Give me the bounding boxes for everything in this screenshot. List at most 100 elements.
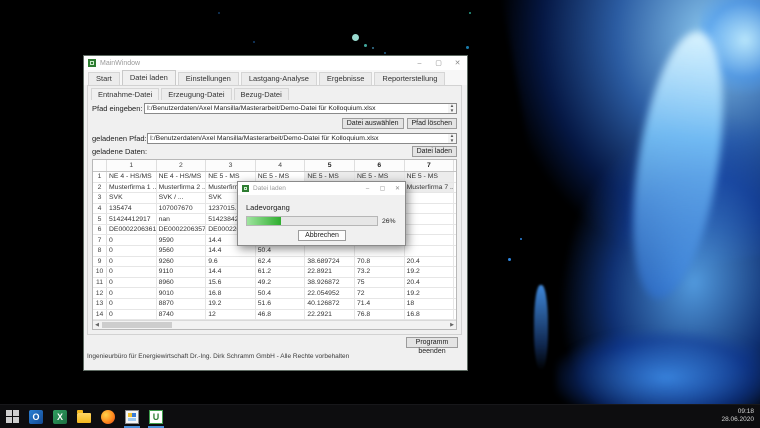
table-row-header[interactable]: 2 [93, 183, 107, 193]
horizontal-scroll-thumb[interactable] [102, 322, 172, 328]
table-cell[interactable]: 0 [107, 246, 157, 256]
table-corner-cell[interactable] [93, 160, 107, 171]
table-cell[interactable]: 61.2 [256, 267, 306, 277]
table-cell[interactable]: 70.8 [355, 257, 405, 267]
spinner-arrows-icon[interactable]: ▲▼ [448, 104, 456, 113]
path-enter-input[interactable] [144, 103, 457, 114]
table-row-header[interactable]: 14 [93, 310, 107, 320]
tab-datei-laden[interactable]: Datei laden [122, 70, 176, 85]
table-cell[interactable]: 50.4 [256, 246, 306, 256]
table-cell[interactable] [355, 246, 405, 256]
table-cell[interactable] [454, 235, 456, 245]
table-cell[interactable]: 135474 [107, 204, 157, 214]
table-cell[interactable]: Musterfirma 8 ... [454, 183, 456, 193]
table-cell[interactable]: 0 [107, 267, 157, 277]
table-cell[interactable]: 76.8 [355, 310, 405, 320]
table-row-header[interactable]: 6 [93, 225, 107, 235]
tab-start[interactable]: Start [88, 72, 120, 85]
window-titlebar[interactable]: MainWindow – ▢ ✕ [84, 56, 467, 70]
table-cell[interactable]: 22.8921 [305, 267, 355, 277]
table-cell[interactable]: NE 4 - HS/MS [157, 172, 207, 182]
table-row-header[interactable]: 3 [93, 193, 107, 203]
table-cell[interactable]: DE00022063571... [157, 225, 207, 235]
loaded-path-input[interactable] [147, 133, 457, 144]
taskbar-item-green-app[interactable]: U [144, 406, 168, 428]
table-cell[interactable]: nan [157, 214, 207, 224]
minimize-icon[interactable]: – [410, 56, 429, 70]
table-cell[interactable]: DE00022063619... [107, 225, 157, 235]
table-cell[interactable]: 3708 [454, 214, 456, 224]
table-cell[interactable]: 14.4 [206, 246, 256, 256]
table-cell[interactable]: 0 [107, 278, 157, 288]
table-cell[interactable] [305, 246, 355, 256]
table-cell[interactable]: 9.6 [206, 257, 256, 267]
taskbar-item-excel[interactable]: X [48, 406, 72, 428]
subtab-erzeugung-datei[interactable]: Erzeugung-Datei [161, 88, 231, 100]
table-row-header[interactable]: 5 [93, 214, 107, 224]
table-cell[interactable]: 48 [454, 267, 456, 277]
table-row-header[interactable]: 12 [93, 288, 107, 298]
table-cell[interactable]: 12 [206, 310, 256, 320]
scroll-left-icon[interactable]: ◀ [93, 321, 101, 329]
table-cell[interactable] [454, 204, 456, 214]
table-cell[interactable]: 14.4 [206, 267, 256, 277]
table-column-header[interactable]: 3 [206, 160, 256, 171]
table-column-header[interactable]: 4 [256, 160, 306, 171]
dialog-minimize-icon[interactable]: – [360, 182, 375, 195]
table-cell[interactable]: 48 [454, 278, 456, 288]
subtab-bezug-datei[interactable]: Bezug-Datei [234, 88, 289, 100]
table-row-header[interactable]: 9 [93, 257, 107, 267]
table-cell[interactable]: 51424412917 [107, 214, 157, 224]
table-cell[interactable] [405, 204, 455, 214]
cancel-button[interactable]: Abbrechen [298, 230, 346, 241]
table-cell[interactable] [454, 246, 456, 256]
table-cell[interactable]: 51.6 [256, 299, 306, 309]
dialog-close-icon[interactable]: ✕ [390, 182, 405, 195]
table-cell[interactable]: NE 5 - MS [405, 172, 455, 182]
taskbar-clock[interactable]: 09:18 28.06.2020 [721, 408, 754, 424]
taskbar-item-outlook[interactable]: O [24, 406, 48, 428]
table-row-header[interactable]: 10 [93, 267, 107, 277]
table-row-header[interactable]: 13 [93, 299, 107, 309]
table-cell[interactable]: Musterfirma 2 ... [157, 183, 207, 193]
table-cell[interactable]: Musterfirma 7 ... [405, 183, 455, 193]
subtab-entnahme-datei[interactable]: Entnahme-Datei [91, 88, 159, 100]
table-cell[interactable]: 75 [355, 278, 405, 288]
table-cell[interactable]: 063584... [454, 225, 456, 235]
table-cell[interactable] [405, 193, 455, 203]
table-cell[interactable]: 0 [107, 299, 157, 309]
table-cell[interactable]: 22.054952 [305, 288, 355, 298]
table-cell[interactable]: 72 [355, 288, 405, 298]
taskbar-item-firefox[interactable] [96, 406, 120, 428]
table-column-header[interactable]: 7 [405, 160, 455, 171]
taskbar-item-file-explorer[interactable] [72, 406, 96, 428]
table-cell[interactable]: 38.926872 [305, 278, 355, 288]
table-cell[interactable]: 9560 [157, 246, 207, 256]
table-cell[interactable]: 20.4 [405, 278, 455, 288]
table-cell[interactable]: 9110 [157, 267, 207, 277]
table-column-header[interactable]: 2 [157, 160, 207, 171]
table-cell[interactable]: 40.126872 [305, 299, 355, 309]
table-column-header[interactable]: 8 [454, 160, 456, 171]
table-row-header[interactable]: 4 [93, 204, 107, 214]
tab-einstellungen[interactable]: Einstellungen [178, 72, 239, 85]
scroll-right-icon[interactable]: ▶ [448, 321, 456, 329]
start-button[interactable] [0, 406, 24, 428]
table-cell[interactable] [405, 246, 455, 256]
maximize-icon[interactable]: ▢ [429, 56, 448, 70]
table-row-header[interactable]: 8 [93, 246, 107, 256]
table-row-header[interactable]: 7 [93, 235, 107, 245]
table-column-header[interactable]: 5 [305, 160, 355, 171]
table-cell[interactable]: 46.8 [256, 310, 306, 320]
table-cell[interactable]: 48 [454, 257, 456, 267]
table-cell[interactable]: 48 [454, 299, 456, 309]
table-cell[interactable]: 8870 [157, 299, 207, 309]
table-cell[interactable]: 9260 [157, 257, 207, 267]
table-cell[interactable]: SVK / ... [157, 193, 207, 203]
table-cell[interactable]: NE 5 - MS [454, 172, 456, 182]
table-cell[interactable]: 18 [405, 299, 455, 309]
table-cell[interactable]: 9590 [157, 235, 207, 245]
table-cell[interactable]: 0 [107, 288, 157, 298]
table-cell[interactable]: SVK [107, 193, 157, 203]
table-cell[interactable]: 22.2921 [305, 310, 355, 320]
